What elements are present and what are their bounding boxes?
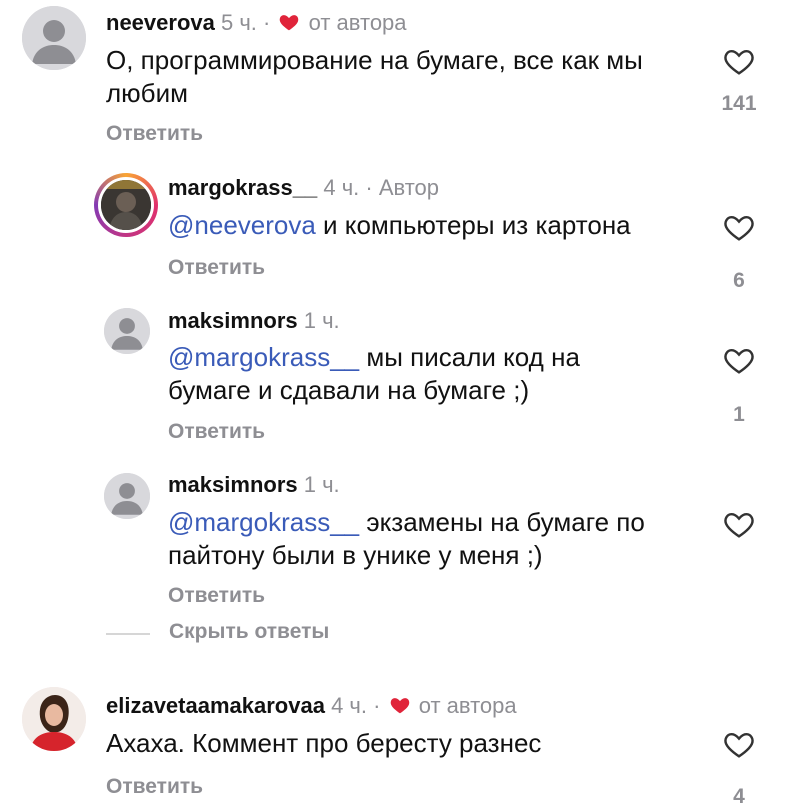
avatar: [101, 180, 151, 230]
like-button[interactable]: 1: [719, 345, 759, 426]
heart-outline-icon: [724, 512, 754, 538]
mention-link[interactable]: @neeverova: [168, 210, 316, 240]
reply-maksimnors-2: maksimnors 1 ч. @margokrass__ экзамены н…: [0, 460, 795, 620]
comment-meta: maksimnors 1 ч.: [168, 472, 340, 498]
reply-button[interactable]: Ответить: [168, 420, 265, 444]
reply-margokrass: margokrass__ 4 ч. · Автор @neeverova и к…: [0, 160, 795, 292]
hide-replies-button[interactable]: Скрыть ответы: [106, 620, 506, 646]
heart-outline-icon: [724, 215, 754, 241]
comment-text: О, программирование на бумаге, все как м…: [106, 45, 643, 108]
author-badge: Автор: [378, 175, 440, 200]
username[interactable]: margokrass__: [168, 175, 317, 200]
username[interactable]: elizavetaamakarovaa: [106, 693, 325, 718]
like-button[interactable]: 6: [719, 212, 759, 292]
profile-photo-icon: [101, 180, 151, 230]
username[interactable]: neeverova: [106, 10, 215, 35]
hide-replies-label: Скрыть ответы: [169, 620, 330, 643]
timestamp: 1 ч.: [303, 308, 340, 333]
comment-elizavetaamakarovaa: elizavetaamakarovaa 4 ч. · от автора Аха…: [0, 680, 795, 808]
like-button[interactable]: [719, 509, 759, 539]
reply-button[interactable]: Ответить: [168, 584, 265, 608]
timestamp: 4 ч.: [323, 175, 360, 200]
separator-dot: ·: [365, 175, 373, 200]
comment-text: @margokrass__ мы писали код на бумаге и …: [168, 341, 668, 407]
heart-filled-icon: [390, 698, 409, 714]
like-count: 141: [721, 92, 757, 115]
like-count: 4: [733, 785, 745, 808]
timestamp: 1 ч.: [303, 472, 340, 497]
reply-button[interactable]: Ответить: [168, 256, 265, 280]
mention-link[interactable]: @margokrass__: [168, 507, 359, 537]
heart-outline-icon: [724, 348, 754, 374]
divider-line: [106, 633, 150, 635]
timestamp: 4 ч.: [331, 693, 367, 718]
person-placeholder-icon: [104, 473, 150, 519]
profile-photo-icon: [22, 687, 86, 751]
timestamp: 5 ч.: [220, 10, 257, 35]
story-ring[interactable]: [94, 173, 158, 237]
like-count: 1: [733, 403, 745, 426]
heart-filled-icon: [280, 15, 299, 31]
separator-dot: ·: [263, 10, 271, 35]
username[interactable]: maksimnors: [168, 308, 298, 333]
comment-meta: elizavetaamakarovaa 4 ч. · от автора: [106, 693, 517, 719]
comment-text: @margokrass__ экзамены на бумаге по пайт…: [168, 506, 668, 572]
like-button[interactable]: 141: [719, 46, 759, 115]
avatar[interactable]: [104, 308, 150, 354]
comment-meta: neeverova 5 ч. · от автора: [106, 10, 407, 36]
reply-button[interactable]: Ответить: [106, 122, 203, 146]
comment-body: и компьютеры из картона: [315, 210, 631, 240]
comment-meta: maksimnors 1 ч.: [168, 308, 340, 334]
avatar[interactable]: [22, 6, 86, 70]
separator-dot: ·: [373, 693, 381, 718]
avatar[interactable]: [104, 473, 150, 519]
heart-outline-icon: [724, 732, 754, 758]
reply-button[interactable]: Ответить: [106, 775, 203, 799]
person-placeholder-icon: [22, 6, 86, 70]
like-button[interactable]: 4: [719, 729, 759, 808]
comment-meta: margokrass__ 4 ч. · Автор: [168, 175, 439, 201]
comment-neeverova: neeverova 5 ч. · от автора О, программир…: [0, 0, 795, 160]
reply-maksimnors-1: maksimnors 1 ч. @margokrass__ мы писали …: [0, 295, 795, 455]
author-like-label: от автора: [418, 693, 517, 718]
comment-text: @neeverova и компьютеры из картона: [168, 209, 708, 242]
like-count: 6: [733, 269, 745, 292]
username[interactable]: maksimnors: [168, 472, 298, 497]
heart-outline-icon: [724, 49, 754, 75]
avatar[interactable]: [22, 687, 86, 751]
comment-text: Ахаха. Коммент про бересту разнес: [106, 728, 542, 758]
mention-link[interactable]: @margokrass__: [168, 342, 359, 372]
author-like-label: от автора: [308, 10, 407, 35]
person-placeholder-icon: [104, 308, 150, 354]
